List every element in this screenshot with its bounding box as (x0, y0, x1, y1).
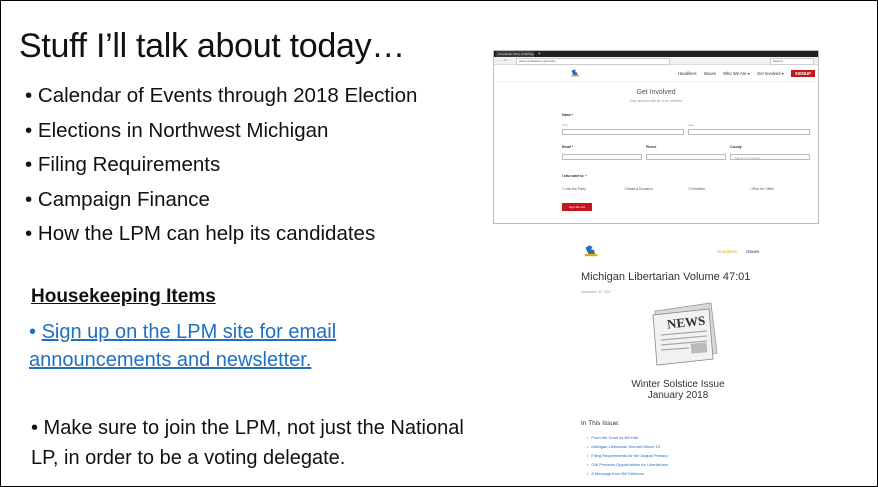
bullet-text: How the LPM can help its candidates (37, 222, 376, 245)
browser-nav-icons[interactable]: ← → C ⌂ (496, 57, 508, 64)
option-donation[interactable]: ☐Make a Donation (624, 187, 653, 191)
browser-address-bar: ← → C ⌂ www.michiganlp.org/involve Searc… (494, 57, 818, 65)
newsletter-title: Michigan Libertarian Volume 47:01 (581, 271, 751, 283)
bullet-dot: • (25, 187, 33, 211)
list-item[interactable]: From the Chair by Bill Hall (587, 433, 668, 442)
option-volunteer[interactable]: ☐Volunteer (688, 187, 705, 191)
signup-link-block: • Sign up on the LPM site for email anno… (29, 318, 449, 374)
in-this-issue-heading: In This Issue: (581, 420, 620, 427)
phone-field[interactable] (646, 154, 726, 160)
bullet-item: • Elections in Northwest Michigan (25, 116, 475, 151)
list-item[interactable]: A Message from Bill Gelineau (587, 469, 668, 477)
bullet-text: Elections in Northwest Michigan (37, 118, 329, 142)
county-label: County (730, 145, 742, 149)
option-join-party[interactable]: ☐Join the Party (562, 187, 586, 191)
site-nav: Headlines Issues Who We Are ▾ Get Involv… (678, 70, 818, 77)
issue-list: From the Chair by Bill Hall Michigan Lib… (587, 433, 668, 477)
bullet-text: Campaign Finance (37, 187, 210, 211)
newspaper-icon: NEWS (652, 302, 718, 366)
bullet-text: Calendar of Events through 2018 Election (37, 84, 418, 107)
nav-headlines[interactable]: Headlines (678, 71, 697, 76)
get-involved-screenshot: Libertarian Party of Michigan + ← → C ⌂ … (493, 50, 819, 224)
list-item[interactable]: Michigan Libertarian Summit March 10 (587, 442, 668, 451)
nav-who-we-are[interactable]: Who We Are ▾ (723, 71, 750, 76)
slide-title: Stuff I’ll talk about today… (19, 27, 405, 65)
michigan-logo-icon[interactable] (570, 68, 580, 77)
bullet-list: • Calendar of Events through 2018 Electi… (25, 81, 475, 254)
list-item[interactable]: GAI Presents Opportunities for Libertari… (587, 460, 667, 469)
nav-headlines[interactable]: Headlines (717, 249, 737, 254)
issue-line-1: Winter Solstice Issue (631, 379, 725, 390)
option-label: Volunteer (691, 187, 706, 191)
county-select[interactable]: - Select Your County - (730, 154, 810, 160)
list-item[interactable]: Filing Requirements for the August Prima… (587, 451, 668, 460)
email-field[interactable] (562, 154, 642, 160)
url-field[interactable]: www.michiganlp.org/involve (516, 58, 670, 65)
first-name-field[interactable] (562, 129, 684, 135)
signup-button[interactable]: SIGNUP (790, 70, 815, 77)
bullet-dot: • (25, 118, 33, 142)
phone-label: Phone (646, 145, 657, 149)
signup-link[interactable]: Sign up on the LPM site for email announ… (29, 321, 336, 371)
bullet-dot: • (25, 153, 33, 176)
housekeeping-title: Housekeeping Items (31, 286, 216, 307)
site-header: Headlines Issues Who We Are ▾ Get Involv… (494, 65, 818, 82)
email-label: Email * (562, 145, 574, 149)
newsletter-date: December 30, 2017 (581, 290, 612, 294)
option-label: Join the Party (565, 187, 586, 191)
nav-issues[interactable]: Issues (746, 249, 759, 254)
option-label: Run for Office (753, 187, 774, 191)
bullet-item: • Filing Requirements (25, 150, 475, 185)
bullet-text: Filing Requirements (37, 153, 221, 176)
issue-line-2: January 2018 (647, 390, 709, 401)
newsletter-nav: Headlines Issues (717, 249, 759, 254)
get-involved-title: Get Involved (636, 89, 676, 96)
get-involved-subtitle: Stay informed with all of our activities (629, 99, 683, 103)
bullet-dot: • (25, 84, 33, 107)
option-label: Make a Donation (627, 187, 653, 191)
slide: Stuff I’ll talk about today… • Calendar … (0, 0, 878, 487)
want-label: I also want to: * (562, 174, 587, 178)
newsletter-screenshot: Headlines Issues Michigan Libertarian Vo… (567, 233, 789, 477)
bullet-item: • Campaign Finance (25, 185, 475, 220)
sign-me-up-button[interactable]: Sign Me Up! (562, 203, 592, 211)
bullet-item: • Calendar of Events through 2018 Electi… (25, 81, 475, 116)
browser-search-field[interactable]: Search (770, 58, 814, 65)
join-note: • Make sure to join the LPM, not just th… (31, 417, 464, 469)
last-name-field[interactable] (688, 129, 810, 135)
name-label: Name * (562, 113, 574, 117)
issue-heading: Winter Solstice Issue January 2018 (567, 379, 789, 401)
nav-get-involved[interactable]: Get Involved ▾ (757, 71, 784, 76)
first-label: First (562, 123, 568, 127)
last-label: Last (688, 123, 694, 127)
bullet-dot: • (25, 222, 33, 245)
nav-issues[interactable]: Issues (704, 71, 716, 76)
bullet-item: • How the LPM can help its candidates (25, 219, 475, 254)
bullet-dot: • (29, 321, 37, 343)
michigan-logo-icon[interactable] (583, 243, 599, 257)
option-run-for-office[interactable]: ☐Run for Office (750, 187, 774, 191)
